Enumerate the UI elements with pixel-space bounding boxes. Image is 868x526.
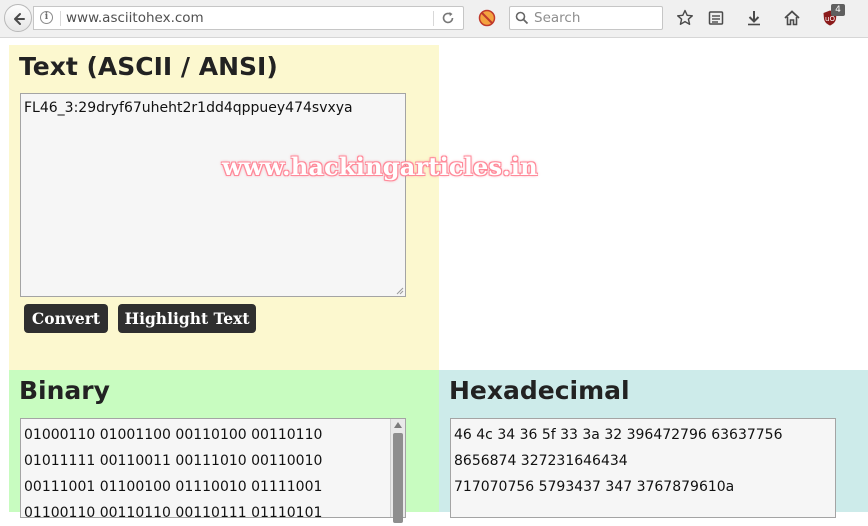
binary-line: 01000110 01001100 00110100 00110110 — [24, 427, 323, 443]
reload-separator — [433, 11, 434, 26]
url-text[interactable]: www.asciitohex.com — [66, 10, 204, 26]
highlight-text-button[interactable]: Highlight Text — [118, 304, 256, 333]
scrollbar-thumb[interactable] — [393, 433, 403, 523]
binary-lines: 01000110 01001100 00110100 00110110 0101… — [24, 422, 322, 526]
text-heading: Text (ASCII / ANSI) — [19, 52, 278, 81]
home-icon[interactable] — [783, 9, 801, 27]
blocked-icon[interactable] — [478, 9, 496, 27]
search-placeholder[interactable]: Search — [534, 10, 580, 26]
binary-panel: Binary 01000110 01001100 00110100 001101… — [9, 370, 439, 523]
hex-lines: 46 4c 34 36 5f 33 3a 32 396472796 636377… — [454, 422, 782, 500]
hexadecimal-heading: Hexadecimal — [449, 376, 630, 405]
hex-line: 46 4c 34 36 5f 33 3a 32 396472796 636377… — [454, 427, 783, 443]
info-icon[interactable]: i — [40, 11, 53, 24]
reading-list-icon[interactable] — [707, 9, 725, 27]
resize-grip-icon[interactable] — [394, 285, 404, 295]
browser-toolbar: i www.asciitohex.com Search uO 4 — [0, 0, 868, 38]
scroll-up-arrow-icon[interactable] — [394, 422, 402, 428]
text-input-value[interactable]: FL46_3:29dryf67uheht2r1dd4qppuey474svxya — [24, 100, 353, 116]
url-separator — [60, 11, 61, 26]
hexadecimal-panel: Hexadecimal 46 4c 34 36 5f 33 3a 32 3964… — [439, 370, 868, 518]
hexadecimal-output[interactable]: 46 4c 34 36 5f 33 3a 32 396472796 636377… — [450, 418, 836, 518]
back-arrow-icon — [14, 13, 25, 25]
binary-line: 00111001 01100100 01110010 01111001 — [24, 479, 323, 495]
bookmark-star-icon[interactable] — [676, 9, 694, 27]
search-bar[interactable]: Search — [509, 6, 663, 30]
hex-line: 8656874 327231646434 — [454, 453, 628, 469]
url-bar[interactable]: i www.asciitohex.com — [33, 6, 464, 30]
binary-line: 01100110 00110110 00110111 01110101 — [24, 505, 323, 521]
watermark-text: www.hackingarticles.in — [222, 152, 538, 181]
binary-line: 01011111 00110011 00111010 00110010 — [24, 453, 323, 469]
svg-text:uO: uO — [825, 15, 835, 23]
search-icon — [515, 11, 529, 25]
text-panel: Text (ASCII / ANSI) FL46_3:29dryf67uheht… — [9, 45, 439, 370]
hex-line: 717070756 5793437 347 3767879610a — [454, 479, 735, 495]
back-button[interactable] — [4, 4, 32, 32]
download-icon[interactable] — [745, 9, 763, 27]
binary-scrollbar[interactable] — [390, 419, 405, 523]
binary-output[interactable]: 01000110 01001100 00110100 00110110 0101… — [20, 418, 406, 523]
ublock-count-badge: 4 — [831, 4, 845, 16]
binary-heading: Binary — [19, 376, 110, 405]
convert-button[interactable]: Convert — [24, 304, 108, 333]
text-input[interactable]: FL46_3:29dryf67uheht2r1dd4qppuey474svxya — [20, 93, 406, 297]
reload-icon[interactable] — [441, 11, 455, 25]
